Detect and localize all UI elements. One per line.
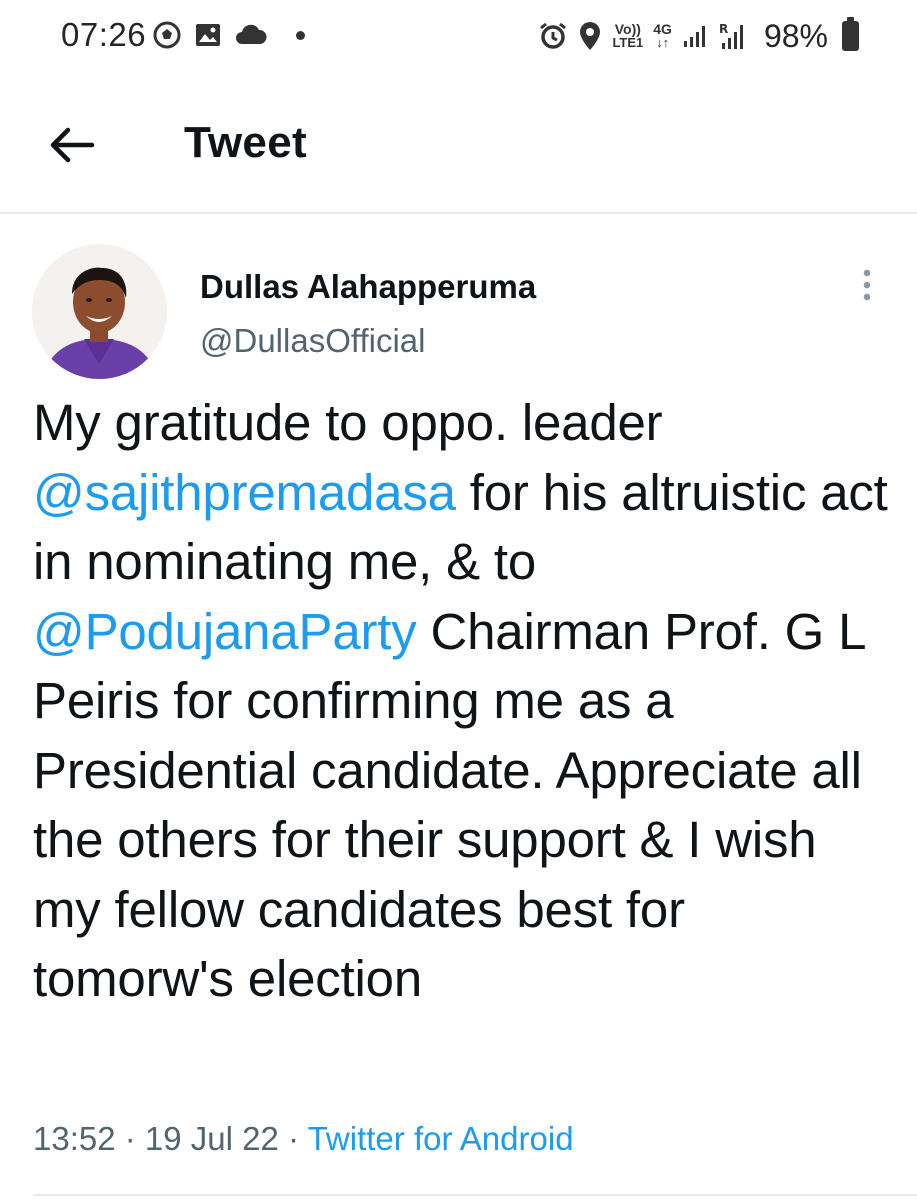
author-handle[interactable]: @DullasOfficial [200, 322, 425, 360]
cloud-icon [236, 24, 267, 44]
status-time: 07:26 [61, 16, 147, 53]
status-bar: 07:26 Vo)) LTE1 4G ↓↑ R 98% [0, 0, 917, 72]
author-name[interactable]: Dullas Alahapperuma [200, 268, 536, 306]
app-header: Tweet [0, 72, 917, 213]
profile-photo [32, 244, 167, 379]
signal-icon [683, 26, 705, 47]
tweet-text-segment: Chairman Prof. G L Peiris for confirming… [33, 602, 865, 1008]
header-divider [0, 212, 917, 214]
notification-icons [152, 20, 305, 50]
tweet-meta: 13:52 · 19 Jul 22 · Twitter for Android [33, 1120, 574, 1158]
data-arrows-icon: ↓↑ [656, 35, 670, 50]
more-vertical-icon[interactable] [857, 266, 877, 306]
dot-icon [296, 30, 305, 40]
tweet-text-segment: My gratitude to oppo. leader [33, 394, 663, 451]
page-title: Tweet [184, 118, 307, 167]
mention-link[interactable]: @sajithpremadasa [33, 464, 456, 521]
avatar[interactable] [32, 244, 167, 379]
alarm-icon [540, 22, 567, 49]
volte-icon: Vo)) LTE1 [612, 22, 643, 50]
meta-separator: · [278, 1120, 308, 1157]
tweet-detail-screen: 07:26 Vo)) LTE1 4G ↓↑ R 98% Tweet Dullas… [0, 0, 917, 1200]
volte-bottom-label: LTE1 [612, 35, 644, 50]
battery-icon [842, 17, 859, 51]
battery-percentage: 98% [763, 17, 828, 54]
mention-link[interactable]: @PodujanaParty [33, 603, 417, 660]
tweet-source-link[interactable]: Twitter for Android [308, 1120, 574, 1157]
roaming-signal-icon: R [719, 22, 743, 49]
arrow-left-icon[interactable] [46, 120, 96, 170]
meta-divider [33, 1194, 917, 1196]
4g-icon: 4G ↓↑ [653, 22, 672, 50]
location-icon [580, 22, 601, 50]
gallery-icon [196, 24, 220, 46]
tweet-text: My gratitude to oppo. leader @sajithprem… [33, 388, 893, 1014]
system-status-icons: Vo)) LTE1 4G ↓↑ R 98% [538, 14, 859, 58]
football-icon [153, 21, 181, 49]
meta-separator: · [115, 1120, 145, 1157]
svg-text:R: R [719, 22, 728, 36]
tweet-date[interactable]: 19 Jul 22 [145, 1120, 279, 1157]
tweet-time[interactable]: 13:52 [33, 1120, 116, 1157]
